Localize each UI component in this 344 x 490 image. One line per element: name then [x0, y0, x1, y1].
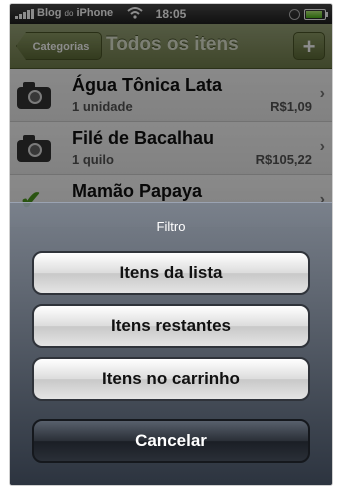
phone-screen: Blog do iPhone 18:05 Categorias Todos os… [10, 4, 332, 485]
filter-action-sheet: Filtro Itens da lista Itens restantes It… [10, 202, 332, 485]
action-sheet-title: Filtro [156, 219, 186, 234]
filter-list-items-button[interactable]: Itens da lista [32, 251, 310, 295]
filter-cart-items-button[interactable]: Itens no carrinho [32, 357, 310, 401]
cancel-button[interactable]: Cancelar [32, 419, 310, 463]
filter-remaining-items-button[interactable]: Itens restantes [32, 304, 310, 348]
